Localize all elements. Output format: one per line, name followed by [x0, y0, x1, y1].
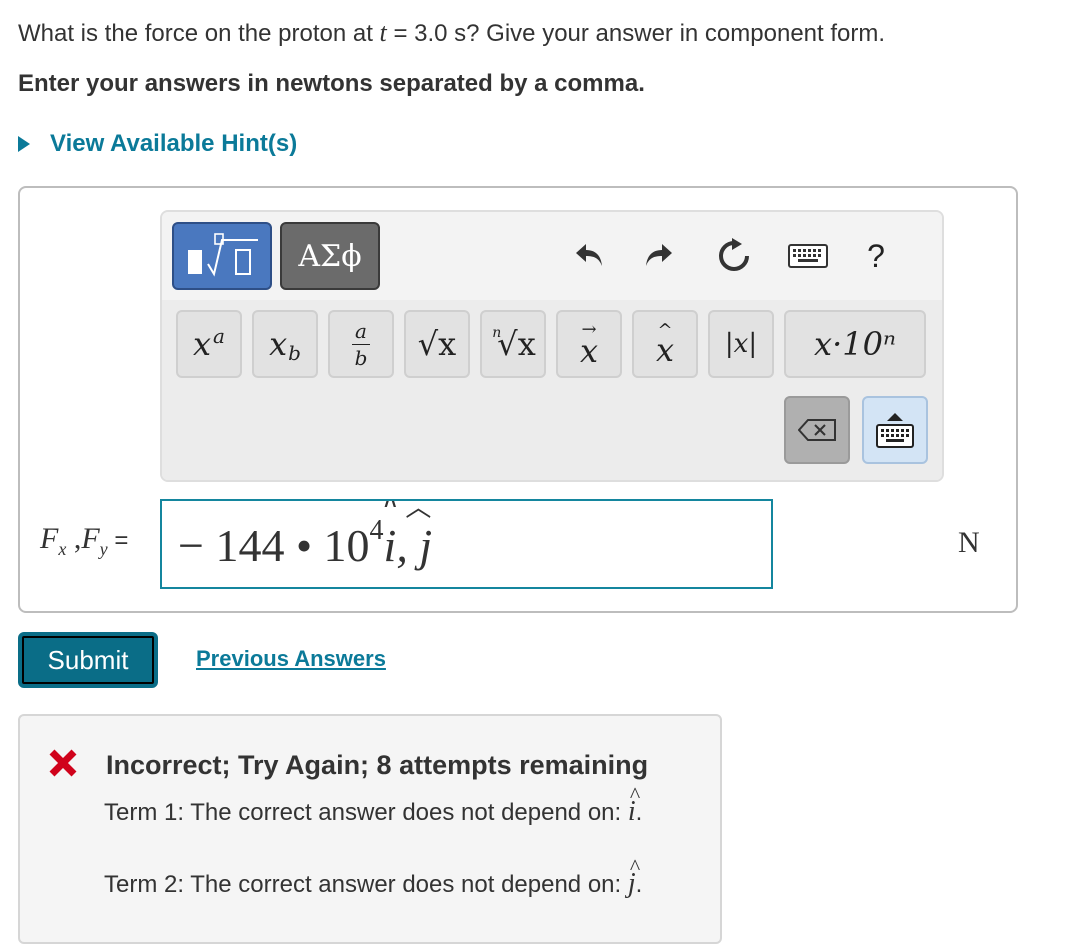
- subscript-key[interactable]: xb: [252, 310, 318, 378]
- vector-key[interactable]: → x: [556, 310, 622, 378]
- answer-instructions: Enter your answers in newtons separated …: [18, 70, 645, 97]
- keyboard-shortcuts-icon[interactable]: [784, 232, 832, 280]
- time-variable: t: [379, 18, 387, 47]
- answer-panel: ΑΣϕ ? xa xb a b √x n √x → x ^ x |x| x·10…: [18, 186, 1018, 613]
- square-root-key[interactable]: √x: [404, 310, 470, 378]
- view-hints-link[interactable]: View Available Hint(s): [18, 130, 297, 158]
- answer-label: Fx ,Fy =: [40, 522, 129, 559]
- nth-root-key[interactable]: n √x: [480, 310, 546, 378]
- absolute-value-key[interactable]: |x|: [708, 310, 774, 378]
- symbols-mode-button[interactable]: ΑΣϕ: [280, 222, 380, 290]
- incorrect-x-icon: [48, 748, 78, 783]
- redo-icon[interactable]: [634, 232, 682, 280]
- scientific-notation-key[interactable]: x·10ⁿ: [784, 310, 926, 378]
- answer-input[interactable]: − 144 • 104 ∧ i, ︿ j: [160, 499, 773, 589]
- help-button[interactable]: ?: [852, 232, 900, 280]
- power-key[interactable]: xa: [176, 310, 242, 378]
- feedback-panel: Incorrect; Try Again; 8 attempts remaini…: [18, 714, 722, 944]
- feedback-term-2: Term 2: The correct answer does not depe…: [104, 854, 643, 899]
- toggle-keyboard-key[interactable]: [862, 396, 928, 464]
- previous-answers-link[interactable]: Previous Answers: [196, 646, 386, 672]
- math-toolbar: ΑΣϕ ? xa xb a b √x n √x → x ^ x |x| x·10…: [160, 210, 944, 482]
- expand-triangle-icon: [18, 136, 30, 152]
- question-text: What is the force on the proton at t = 3…: [18, 18, 886, 47]
- templates-mode-button[interactable]: [172, 222, 272, 290]
- unit-label: N: [958, 526, 980, 559]
- keyboard-toggle-icon: [876, 413, 914, 448]
- submit-button[interactable]: Submit: [18, 632, 158, 688]
- templates-icon: [188, 233, 258, 277]
- undo-icon[interactable]: [566, 232, 614, 280]
- feedback-term-1: Term 1: The correct answer does not depe…: [104, 782, 643, 827]
- unit-vector-key[interactable]: ^ x: [632, 310, 698, 378]
- backspace-key[interactable]: [784, 396, 850, 464]
- fraction-key[interactable]: a b: [328, 310, 394, 378]
- reset-icon[interactable]: [710, 232, 758, 280]
- feedback-title: Incorrect; Try Again; 8 attempts remaini…: [106, 750, 649, 780]
- backspace-icon: [798, 419, 836, 441]
